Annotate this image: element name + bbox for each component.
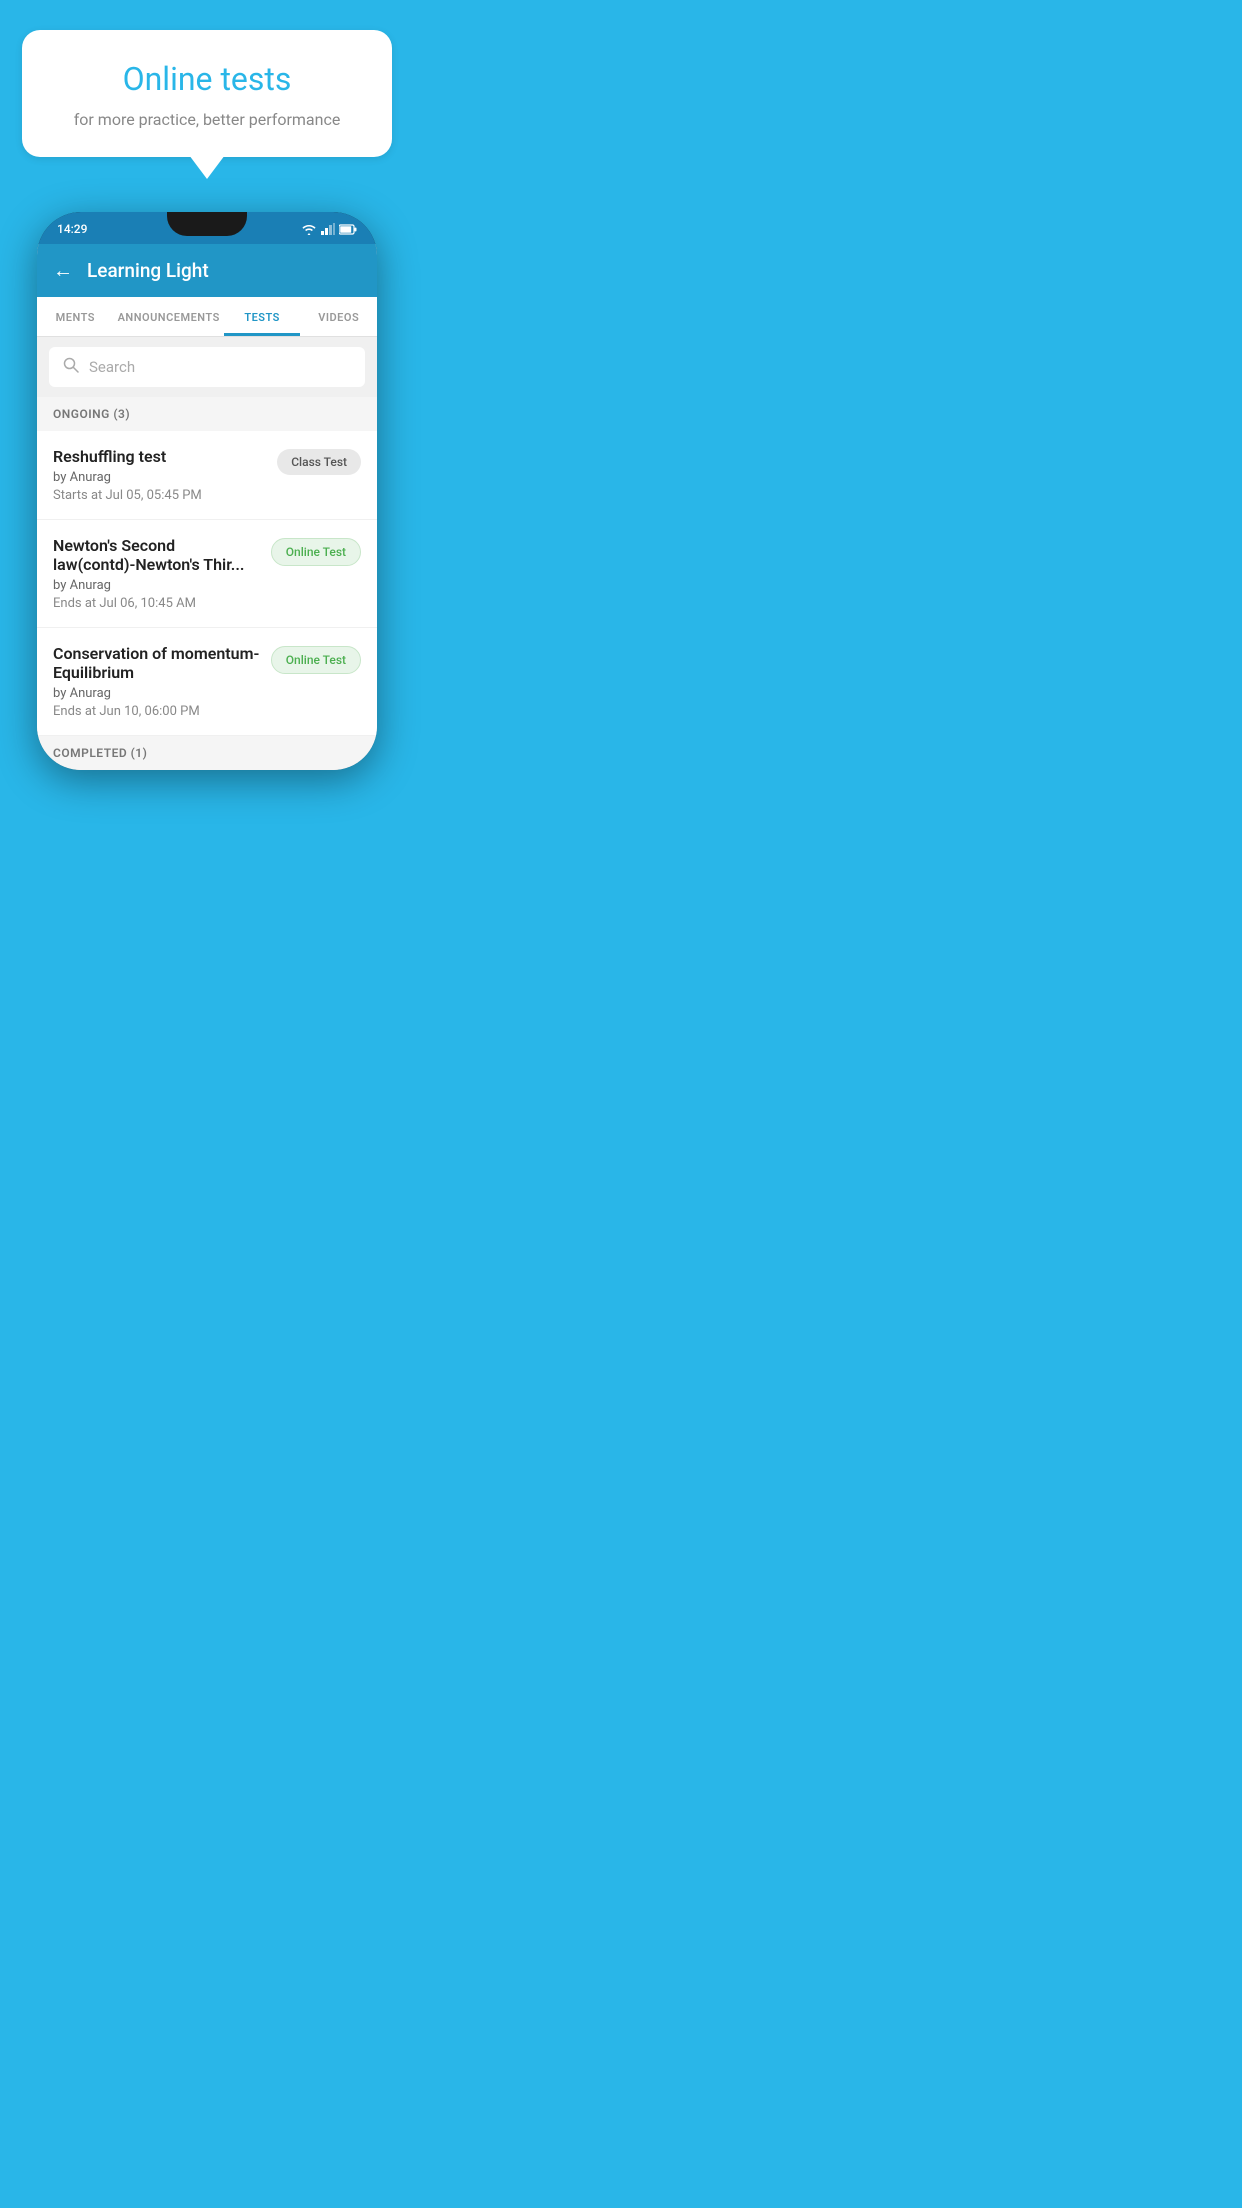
test-badge-online-2: Online Test	[271, 646, 361, 674]
phone-notch	[167, 212, 247, 236]
test-info: Newton's Second law(contd)-Newton's Thir…	[53, 536, 271, 611]
signal-icon	[321, 223, 335, 235]
test-author: by Anurag	[53, 686, 261, 701]
test-name: Reshuffling test	[53, 447, 267, 466]
test-date: Ends at Jun 10, 06:00 PM	[53, 704, 261, 719]
phone-screen: ← Learning Light MENTS ANNOUNCEMENTS TES…	[37, 244, 377, 770]
test-item[interactable]: Newton's Second law(contd)-Newton's Thir…	[37, 520, 377, 628]
phone-frame: 14:29 ←	[37, 212, 377, 770]
bubble-subtitle: for more practice, better performance	[52, 110, 362, 129]
back-button[interactable]: ←	[53, 258, 73, 283]
app-title: Learning Light	[87, 259, 209, 282]
search-bar[interactable]: Search	[49, 347, 365, 387]
tab-announcements[interactable]: ANNOUNCEMENTS	[114, 297, 224, 336]
ongoing-section-header: ONGOING (3)	[37, 397, 377, 431]
test-badge-class: Class Test	[277, 449, 361, 475]
test-author: by Anurag	[53, 470, 267, 485]
bubble-title: Online tests	[52, 60, 362, 98]
test-item[interactable]: Reshuffling test by Anurag Starts at Jul…	[37, 431, 377, 520]
status-icons	[301, 223, 357, 235]
test-date: Starts at Jul 05, 05:45 PM	[53, 488, 267, 503]
battery-icon	[339, 224, 357, 235]
tests-list: Reshuffling test by Anurag Starts at Jul…	[37, 431, 377, 736]
completed-section-header: COMPLETED (1)	[37, 736, 377, 770]
test-name: Conservation of momentum-Equilibrium	[53, 644, 261, 682]
wifi-icon	[301, 223, 317, 235]
test-item[interactable]: Conservation of momentum-Equilibrium by …	[37, 628, 377, 736]
search-icon	[63, 357, 79, 377]
tab-tests[interactable]: TESTS	[224, 297, 301, 336]
tabs-bar: MENTS ANNOUNCEMENTS TESTS VIDEOS	[37, 297, 377, 337]
test-author: by Anurag	[53, 578, 261, 593]
search-container: Search	[37, 337, 377, 397]
app-header: ← Learning Light	[37, 244, 377, 297]
test-badge-online: Online Test	[271, 538, 361, 566]
speech-bubble: Online tests for more practice, better p…	[22, 30, 392, 157]
search-placeholder: Search	[89, 358, 135, 376]
test-info: Reshuffling test by Anurag Starts at Jul…	[53, 447, 277, 503]
tab-ments[interactable]: MENTS	[37, 297, 114, 336]
test-name: Newton's Second law(contd)-Newton's Thir…	[53, 536, 261, 574]
status-time: 14:29	[57, 222, 87, 236]
test-info: Conservation of momentum-Equilibrium by …	[53, 644, 271, 719]
test-date: Ends at Jul 06, 10:45 AM	[53, 596, 261, 611]
tab-videos[interactable]: VIDEOS	[300, 297, 377, 336]
